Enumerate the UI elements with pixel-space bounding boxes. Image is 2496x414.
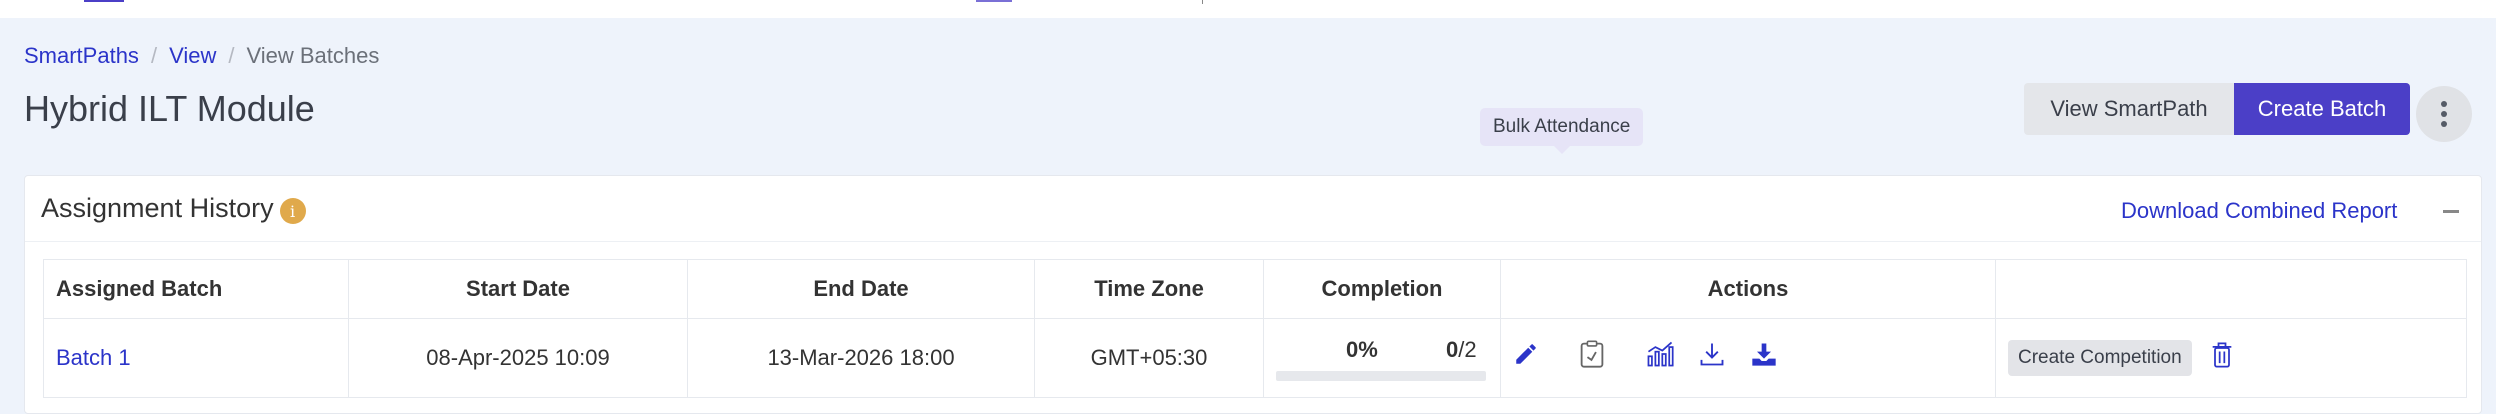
column-header-actions: Actions	[1500, 259, 1996, 319]
header-button-group: View SmartPath Create Batch	[2024, 83, 2410, 135]
breadcrumb-smartpaths-link[interactable]: SmartPaths	[24, 43, 139, 69]
minus-icon[interactable]	[2443, 210, 2459, 213]
pencil-icon[interactable]	[1511, 339, 1541, 369]
view-smartpath-button[interactable]: View SmartPath	[2024, 83, 2234, 135]
cell-assigned-batch: Batch 1	[43, 318, 349, 398]
table-row: Batch 1 08-Apr-2025 10:09 13-Mar-2026 18…	[43, 318, 2467, 398]
cell-completion: 0% 0/2	[1263, 318, 1501, 398]
cell-end-date: 13-Mar-2026 18:00	[687, 318, 1035, 398]
card-title: Assignment History i	[41, 192, 306, 224]
download-combined-report-link[interactable]: Download Combined Report	[2121, 198, 2397, 224]
top-nav-indicator	[976, 0, 1012, 2]
card-title-text: Assignment History	[41, 192, 274, 223]
clipboard-check-icon[interactable]	[1577, 339, 1607, 369]
column-header-start-date: Start Date	[348, 259, 688, 319]
download-tray-icon[interactable]	[1749, 339, 1779, 369]
more-options-button[interactable]	[2416, 86, 2472, 142]
vertical-dots-icon	[2441, 121, 2447, 127]
column-header-time-zone: Time Zone	[1034, 259, 1264, 319]
completion-total: /2	[1458, 337, 1477, 362]
assignment-table: Assigned Batch Start Date End Date Time …	[43, 259, 2467, 398]
card-divider	[25, 241, 2481, 242]
table-header-row: Assigned Batch Start Date End Date Time …	[43, 259, 2467, 319]
top-nav-bar	[0, 0, 2496, 18]
vertical-dots-icon	[2441, 111, 2447, 117]
top-nav-indicator	[84, 0, 124, 2]
completion-progress-bar	[1276, 371, 1486, 381]
column-header-assigned-batch: Assigned Batch	[43, 259, 349, 319]
column-header-extra	[1995, 259, 2467, 319]
info-icon[interactable]: i	[279, 198, 306, 224]
column-header-completion: Completion	[1263, 259, 1501, 319]
page-title: Hybrid ILT Module	[24, 88, 315, 129]
trash-icon[interactable]	[2210, 341, 2234, 375]
cell-time-zone: GMT+05:30	[1034, 318, 1264, 398]
batch-link[interactable]: Batch 1	[56, 345, 131, 370]
cell-extra-actions: Create Competition	[1995, 318, 2467, 398]
vertical-dots-icon	[2441, 101, 2447, 107]
cell-actions	[1500, 318, 1996, 398]
download-icon[interactable]	[1697, 339, 1727, 369]
assignment-history-card: Assignment History i Download Combined R…	[24, 175, 2482, 414]
completion-done: 0	[1446, 337, 1459, 362]
chart-icon[interactable]	[1645, 339, 1675, 369]
breadcrumb: SmartPaths / View / View Batches	[24, 43, 379, 69]
completion-ratio: 0/2	[1446, 337, 1477, 363]
cell-start-date: 08-Apr-2025 10:09	[348, 318, 688, 398]
create-competition-button[interactable]: Create Competition	[2008, 340, 2192, 376]
breadcrumb-separator: /	[150, 43, 158, 68]
breadcrumb-separator: /	[228, 43, 235, 68]
breadcrumb-current: View Batches	[246, 43, 380, 68]
create-batch-button[interactable]: Create Batch	[2234, 83, 2410, 135]
breadcrumb-view-link[interactable]: View	[169, 43, 216, 69]
column-header-end-date: End Date	[687, 259, 1035, 319]
top-nav-divider	[1202, 0, 1203, 4]
completion-percent: 0%	[1346, 337, 1378, 362]
bulk-attendance-tooltip: Bulk Attendance	[1480, 108, 1644, 154]
